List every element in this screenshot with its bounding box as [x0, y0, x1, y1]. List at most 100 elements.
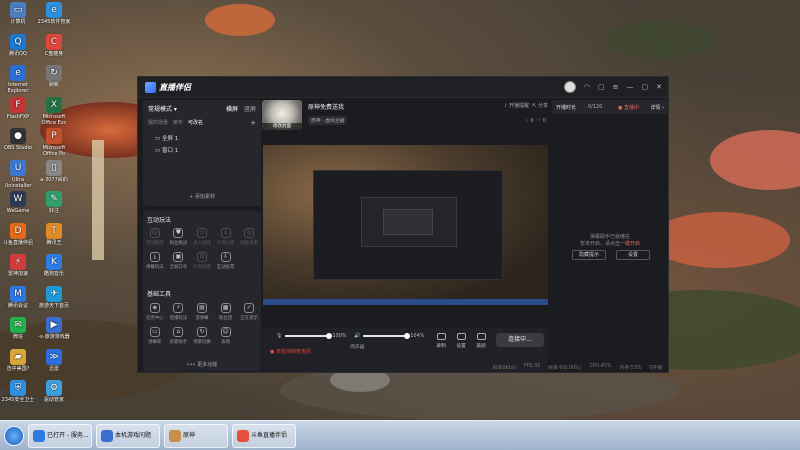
- desktop-item-qq[interactable]: Q 腾讯QQ: [1, 33, 35, 57]
- tab-portrait[interactable]: 竖屏: [244, 106, 256, 113]
- desktop-item-security[interactable]: ⛨ 2345安全卫士: [1, 380, 35, 403]
- speaker-icon[interactable]: 🔊: [354, 333, 360, 339]
- mic-warning-text: 未检测到麦克风: [275, 349, 311, 355]
- desktop-item-excel[interactable]: X Microsoft Office Exc: [37, 96, 71, 126]
- desktop-item-label: 2345安全卫士: [1, 397, 35, 403]
- tab-scene-3[interactable]: 可改名: [188, 119, 203, 127]
- accelerator-icon: ⚡: [10, 254, 26, 270]
- desktop-item-travel[interactable]: ✈ 旅游天下首页: [37, 285, 71, 309]
- desktop-item-meeting[interactable]: M 腾讯会议: [1, 285, 35, 309]
- tool-item[interactable]: ✓ 正在提示: [237, 303, 261, 321]
- menu-icon[interactable]: ≡: [613, 83, 619, 91]
- headset-icon[interactable]: ◠: [584, 83, 590, 91]
- tool-item[interactable]: ◎ 超级连麦: [237, 228, 261, 246]
- tool-item[interactable]: ↻ 场景切换: [190, 327, 214, 345]
- mic-icon[interactable]: 🎙: [276, 333, 282, 339]
- desktop-item-folder[interactable]: ▰ 选中美国?: [1, 348, 35, 372]
- desktop-item-software-manager[interactable]: e 2345软件管家: [37, 2, 71, 25]
- desktop-item-uninstaller[interactable]: U Ultra Uninstaller: [1, 159, 35, 189]
- security-icon: ⛨: [10, 380, 26, 396]
- stream-preview[interactable]: [263, 145, 548, 305]
- more-features-button[interactable]: ••• 更多功能: [143, 361, 261, 368]
- desktop-icon-area: ▭ 计算机 e 2345软件管家 Q 腾讯QQ C C盘瘦身 e Internet Explore…: [0, 0, 72, 420]
- scene-label: 全屏 1: [161, 136, 179, 142]
- mode-selector[interactable]: 常规模式 ▾: [148, 104, 177, 113]
- tool-item[interactable]: ⚇ 多人连线: [190, 228, 214, 246]
- room-title[interactable]: 原神免费送我: [308, 102, 344, 111]
- tool-item[interactable]: ▣ 全屏口令: [167, 252, 191, 270]
- tool-item[interactable]: ▤ 流弹幕: [190, 303, 214, 321]
- tool-item[interactable]: ☺ 连线管理: [143, 228, 167, 246]
- record-button[interactable]: 录制: [432, 333, 450, 349]
- scene-item-fullscreen[interactable]: ▭ 全屏 1: [155, 134, 178, 142]
- desktop-item-disk-cleanup[interactable]: C C盘瘦身: [37, 33, 71, 57]
- tool-item[interactable]: ⤓ 弹幕玩法: [143, 252, 167, 270]
- desktop-item-computer[interactable]: ▭ 计算机: [1, 2, 35, 25]
- desktop-item-wegame[interactable]: W WeGame: [1, 191, 35, 214]
- tool-item[interactable]: ◈ 任务中心: [143, 303, 167, 321]
- tool-item[interactable]: ⚡ 直播玩法: [167, 303, 191, 321]
- tab-my-scenes[interactable]: 我的场景: [148, 119, 168, 127]
- refresh-icon: ↻: [46, 65, 62, 81]
- enable-link[interactable]: 一键开启: [620, 241, 640, 247]
- taskbar-item[interactable]: 原神: [164, 424, 228, 448]
- minimize-button[interactable]: —: [627, 83, 634, 91]
- add-scene-button[interactable]: +: [250, 119, 256, 127]
- desktop-item-obs[interactable]: ● OBS Studio: [1, 128, 35, 151]
- tool-item[interactable]: ↓ 礼物心愿: [214, 228, 238, 246]
- desktop-item-note[interactable]: ✎ 好注: [37, 191, 71, 214]
- tool-item[interactable]: ▦ 粉丝团: [214, 303, 238, 321]
- tool-item[interactable]: ⌂ 房管助手: [167, 327, 191, 345]
- excel-icon: X: [46, 96, 62, 113]
- desktop-item-douyu[interactable]: D 斗鱼直播伴侣: [1, 222, 35, 246]
- desktop-item-game-launcher[interactable]: ▶ -x-旅游游戏器: [37, 317, 71, 340]
- desktop-item-ie[interactable]: e Internet Explorer: [1, 65, 35, 94]
- desktop-item-accelerator[interactable]: ⚡ 雷神加速: [1, 254, 35, 277]
- tool-item[interactable]: ▭ 弹幕库: [143, 327, 167, 345]
- tool-item[interactable]: ⊡ 礼物投票: [190, 252, 214, 270]
- desktop-item-driver[interactable]: ⚙ 驱动管家: [37, 380, 71, 403]
- start-button[interactable]: [4, 426, 24, 446]
- speaker-volume-slider[interactable]: [363, 333, 411, 339]
- live-status: ● 直播中: [618, 105, 639, 111]
- tool-item[interactable]: ☺ 表情: [214, 327, 238, 345]
- desktop-item-wechat[interactable]: ✉ 微信: [1, 317, 35, 340]
- cover-image[interactable]: 修改封面: [262, 100, 302, 130]
- taskbar-item[interactable]: 已打开 - 服务...: [28, 424, 92, 448]
- start-live-button[interactable]: 连接中...: [496, 333, 544, 347]
- taskbar-item[interactable]: 本机游戏问题: [96, 424, 160, 448]
- taskbar-item[interactable]: 斗鱼直播伴侣: [232, 424, 296, 448]
- hide-tips-button[interactable]: 隐藏提示: [572, 250, 606, 260]
- desktop-item-flashfxp[interactable]: F FlashFXP: [1, 96, 35, 120]
- desktop-item-powerpoint[interactable]: P Microsoft Office Po: [37, 128, 71, 157]
- mic-volume-slider[interactable]: [285, 333, 333, 339]
- desktop-item-xunlei[interactable]: ≫ 迅雷: [37, 348, 71, 372]
- detail-link[interactable]: 详情 ›: [650, 104, 664, 111]
- user-avatar[interactable]: [563, 81, 576, 93]
- close-button[interactable]: ✕: [656, 83, 662, 91]
- tab-scene-2[interactable]: 荣布: [173, 119, 183, 127]
- desktop-item-refresh[interactable]: ↻ 刷新: [37, 65, 71, 88]
- tool-item[interactable]: ⇩ 互动投票: [214, 252, 238, 270]
- scene-item-window[interactable]: ▭ 窗口 1: [155, 146, 178, 154]
- tab-landscape[interactable]: 横屏: [226, 106, 238, 113]
- room-category[interactable]: 原神 · 虚拟主播: [308, 116, 348, 125]
- interactive-section-title: 互动玩法: [147, 217, 172, 224]
- settings-button[interactable]: 设置: [452, 333, 470, 349]
- notice-button[interactable]: 开播提醒: [509, 103, 529, 109]
- tool-label: 弹幕库: [148, 340, 162, 345]
- add-source-button[interactable]: + 添加素材: [143, 193, 261, 200]
- beauty-button[interactable]: 美颜: [472, 333, 490, 349]
- desktop-item-tencent-app[interactable]: T 腾讯王: [37, 222, 71, 246]
- chat-icon[interactable]: ▢: [598, 83, 605, 91]
- desktop-item-file[interactable]: ▯ a-3077尚的: [37, 159, 71, 183]
- note-icon: ✎: [46, 191, 62, 207]
- center-panel: 修改封面 原神免费送我 原神 · 虚拟主播 ♪ 开播提醒 ⇱ 分享 ♢ 0 ♡ …: [262, 98, 548, 374]
- share-button[interactable]: 分享: [538, 103, 548, 109]
- tool-item[interactable]: ⛊ 粉丝挑战: [167, 228, 191, 246]
- desktop-item-kugou[interactable]: K 酷狗音乐: [37, 254, 71, 277]
- danmaku-settings-button[interactable]: 设置: [616, 250, 650, 260]
- maximize-button[interactable]: ▢: [642, 83, 649, 91]
- app-icon: [237, 430, 249, 442]
- beauty-icon: [476, 333, 486, 340]
